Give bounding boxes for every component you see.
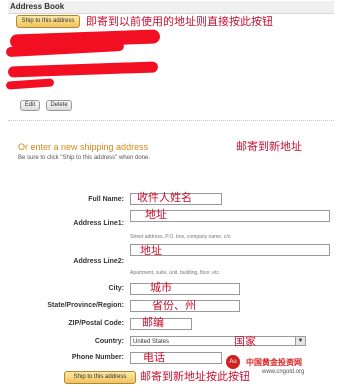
annotation-country: 国家 — [234, 335, 256, 348]
watermark-name: 中国黄金投资网 — [246, 358, 302, 367]
annotation-address-line2: 地址 — [140, 244, 162, 257]
divider — [8, 120, 334, 121]
address-line2-label: Address Line2: — [73, 258, 124, 265]
annotation-phone: 电话 — [143, 351, 165, 364]
annotation-submit: 邮寄到新地址按此按钮 — [140, 370, 250, 383]
ship-to-saved-address-button[interactable]: Ship to this address — [16, 15, 80, 28]
redaction-stroke — [7, 61, 159, 78]
annotation-city: 城市 — [150, 281, 172, 294]
chevron-down-icon[interactable]: ▼ — [295, 337, 305, 345]
phone-label: Phone Number: — [71, 354, 124, 361]
country-selected-value: United States — [133, 339, 170, 345]
country-label: Country: — [94, 338, 124, 345]
delete-address-button[interactable]: Delete — [46, 100, 72, 111]
new-address-title: Or enter a new shipping address — [18, 142, 149, 152]
annotation-zip: 邮编 — [142, 316, 164, 329]
new-address-hint: Be sure to click "Ship to this address" … — [18, 155, 150, 161]
annotation-full-name: 收件人姓名 — [137, 191, 192, 204]
annotation-address-line1: 地址 — [145, 208, 167, 221]
annotation-new-address: 邮寄到新地址 — [236, 140, 302, 153]
address-line1-helper: Street address, P.O. box, company name, … — [130, 234, 231, 240]
city-label: City: — [108, 285, 124, 292]
address-line1-label: Address Line1: — [73, 220, 124, 227]
country-select[interactable]: United States ▼ — [130, 336, 306, 346]
state-label: State/Province/Region: — [47, 302, 124, 309]
address-line2-helper: Apartment, suite, unit, building, floor,… — [130, 270, 221, 276]
annotation-saved-address: 即寄到以前使用的地址则直接按此按钮 — [86, 15, 273, 28]
ship-to-new-address-button[interactable]: Ship to this address — [64, 371, 136, 384]
redaction-stroke — [5, 78, 55, 90]
full-name-label: Full Name: — [88, 196, 124, 203]
zip-label: ZIP/Postal Code: — [68, 320, 124, 327]
edit-address-button[interactable]: Edit — [20, 100, 40, 111]
city-input[interactable] — [130, 283, 240, 295]
address-book-title: Address Book — [10, 2, 65, 11]
watermark-url: www.cngold.org — [262, 369, 305, 375]
watermark-logo-icon: Au — [226, 355, 240, 369]
annotation-state: 省份、州 — [152, 299, 196, 312]
